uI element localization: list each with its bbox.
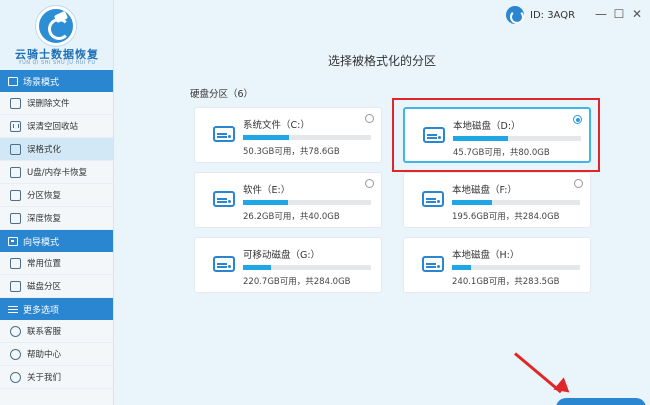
partition-name: 系统文件（C:） bbox=[243, 120, 310, 131]
sidebar-item-about[interactable]: 关于我们 bbox=[0, 366, 113, 389]
avatar bbox=[506, 6, 524, 24]
maximize-button[interactable]: ☐ bbox=[612, 7, 626, 21]
section-title: 更多选项 bbox=[23, 305, 60, 316]
sidebar-item-label: 误格式化 bbox=[27, 145, 62, 155]
sidebar-item-contact[interactable]: 联系客服 bbox=[0, 320, 113, 343]
sidebar-item-label: 磁盘分区 bbox=[27, 282, 62, 292]
usage-bar bbox=[452, 200, 580, 205]
partition-info: 220.7GB可用，共284.0GB bbox=[243, 277, 351, 287]
usage-bar bbox=[452, 265, 580, 270]
sidebar-item-deleted-files[interactable]: 误删除文件 bbox=[0, 92, 113, 115]
selection-highlight-box bbox=[392, 98, 600, 172]
usb-icon bbox=[10, 166, 21, 178]
sidebar-item-partition[interactable]: 分区恢复 bbox=[0, 184, 113, 207]
info-icon bbox=[10, 371, 21, 383]
hard-disk-icon bbox=[213, 191, 235, 207]
user-id: ID: 3AQR bbox=[530, 9, 576, 21]
sidebar-item-recycle-bin[interactable]: 误清空回收站 bbox=[0, 115, 113, 138]
usage-bar-fill bbox=[243, 135, 290, 140]
partition-info: 195.6GB可用，共284.0GB bbox=[452, 212, 560, 222]
sidebar-item-label: 常用位置 bbox=[27, 259, 62, 269]
trash-icon bbox=[10, 120, 21, 132]
sidebar-item-format[interactable]: 误格式化 bbox=[0, 138, 113, 161]
logo-icon bbox=[36, 6, 76, 46]
usage-bar-fill bbox=[452, 265, 472, 270]
section-wizard-mode: 向导模式 bbox=[0, 230, 113, 252]
partition-info: 26.2GB可用，共40.0GB bbox=[243, 212, 340, 222]
partition-card-f[interactable]: 本地磁盘（F:） 195.6GB可用，共284.0GB bbox=[403, 172, 591, 228]
minimize-button[interactable]: — bbox=[594, 7, 608, 21]
disk-partition-icon bbox=[10, 280, 21, 292]
usage-bar-fill bbox=[243, 265, 272, 270]
section-title: 场景模式 bbox=[23, 77, 60, 88]
partition-name: 本地磁盘（H:） bbox=[452, 250, 520, 261]
app-subtitle: YUN QI SHI SHU JU HUI FU bbox=[18, 60, 96, 66]
start-scan-button[interactable] bbox=[556, 398, 646, 405]
usage-bar-fill bbox=[243, 200, 288, 205]
sidebar-item-label: 分区恢复 bbox=[27, 191, 62, 201]
section-scene-mode: 场景模式 bbox=[0, 70, 113, 92]
partition-card-e[interactable]: 软件（E:） 26.2GB可用，共40.0GB bbox=[194, 172, 382, 228]
sidebar-item-label: 深度恢复 bbox=[27, 214, 62, 224]
help-icon bbox=[10, 348, 21, 360]
sidebar-item-label: 帮助中心 bbox=[27, 350, 62, 360]
user-id-area[interactable]: ID: 3AQR bbox=[506, 6, 575, 24]
partition-card-h[interactable]: 本地磁盘（H:） 240.1GB可用，共283.5GB bbox=[403, 237, 591, 293]
list-icon bbox=[8, 305, 18, 314]
usage-bar-fill bbox=[452, 200, 492, 205]
annotation-arrow-head bbox=[553, 377, 575, 399]
partition-card-c[interactable]: 系统文件（C:） 50.3GB可用，共78.6GB bbox=[194, 107, 382, 163]
partition-radio[interactable] bbox=[365, 114, 374, 123]
partition-info: 50.3GB可用，共78.6GB bbox=[243, 147, 340, 157]
sidebar-item-usb-card[interactable]: U盘/内存卡恢复 bbox=[0, 161, 113, 184]
sidebar-item-label: 误删除文件 bbox=[27, 99, 70, 109]
usage-bar bbox=[243, 265, 371, 270]
usage-bar bbox=[243, 200, 371, 205]
hard-disk-icon bbox=[422, 191, 444, 207]
sidebar-item-disk-partitions[interactable]: 磁盘分区 bbox=[0, 275, 113, 298]
format-icon bbox=[10, 143, 21, 155]
close-button[interactable]: ✕ bbox=[630, 7, 644, 21]
partition-icon bbox=[10, 189, 21, 201]
sidebar-item-label: 联系客服 bbox=[27, 327, 62, 337]
section-title: 向导模式 bbox=[23, 237, 60, 248]
sidebar-item-label: 关于我们 bbox=[27, 373, 62, 383]
sidebar-item-label: U盘/内存卡恢复 bbox=[27, 168, 88, 178]
sidebar-item-common-locations[interactable]: 常用位置 bbox=[0, 252, 113, 275]
scene-mode-icon bbox=[8, 76, 18, 86]
sidebar-item-deep[interactable]: 深度恢复 bbox=[0, 207, 113, 230]
partition-group-label: 硬盘分区（6） bbox=[190, 89, 254, 100]
hard-disk-icon bbox=[213, 126, 235, 142]
section-more-options: 更多选项 bbox=[0, 298, 113, 320]
monitor-icon bbox=[10, 257, 21, 269]
sidebar: 云骑士数据恢复 YUN QI SHI SHU JU HUI FU 场景模式 误删… bbox=[0, 0, 114, 405]
partition-name: 软件（E:） bbox=[243, 185, 291, 196]
page-title: 选择被格式化的分区 bbox=[327, 54, 436, 68]
headset-icon bbox=[10, 325, 21, 337]
partition-name: 本地磁盘（F:） bbox=[452, 185, 517, 196]
partition-radio[interactable] bbox=[574, 179, 583, 188]
partition-info: 240.1GB可用，共283.5GB bbox=[452, 277, 560, 287]
sidebar-item-help[interactable]: 帮助中心 bbox=[0, 343, 113, 366]
partition-name: 可移动磁盘（G:） bbox=[243, 250, 321, 261]
usage-bar bbox=[243, 135, 371, 140]
sidebar-item-label: 误清空回收站 bbox=[27, 122, 79, 132]
hard-disk-icon bbox=[422, 256, 444, 272]
partition-radio[interactable] bbox=[365, 179, 374, 188]
partition-card-g[interactable]: 可移动磁盘（G:） 220.7GB可用，共284.0GB bbox=[194, 237, 382, 293]
file-icon bbox=[10, 97, 21, 109]
hard-disk-icon bbox=[213, 256, 235, 272]
deep-scan-icon bbox=[10, 212, 21, 224]
wizard-icon bbox=[8, 236, 18, 246]
logo-area: 云骑士数据恢复 YUN QI SHI SHU JU HUI FU bbox=[0, 0, 113, 70]
